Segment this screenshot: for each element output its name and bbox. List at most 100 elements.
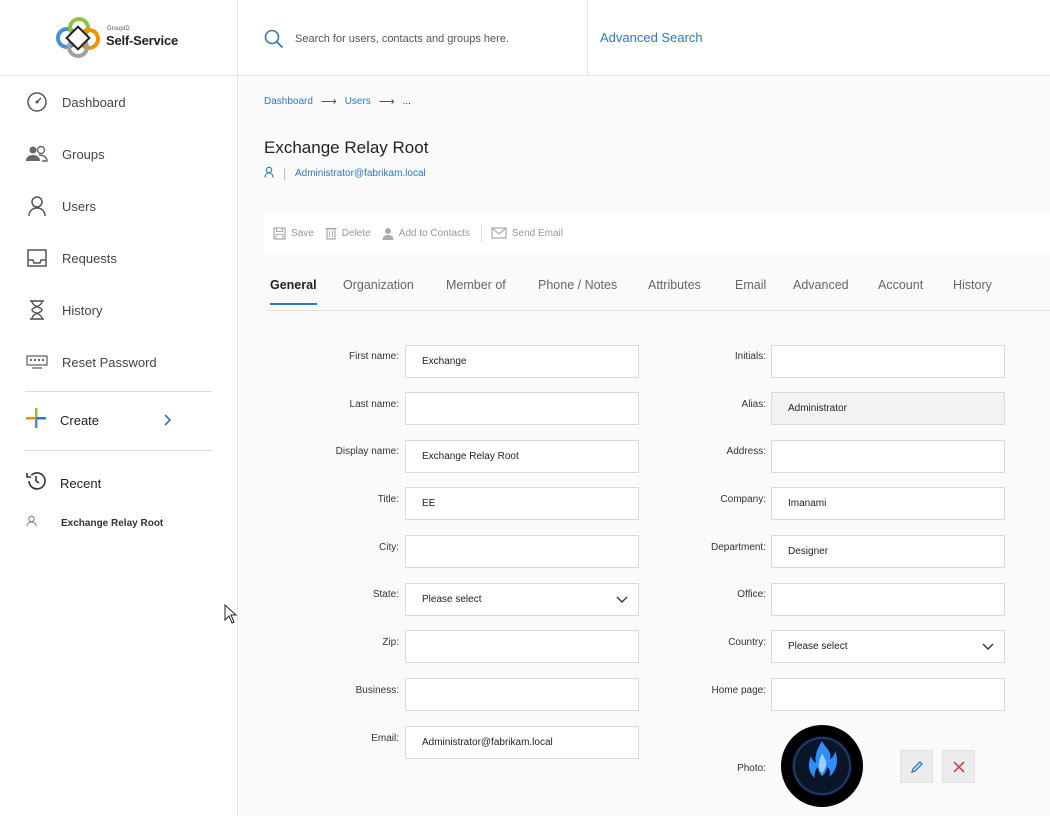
user-icon: [26, 514, 37, 532]
keyboard-password-icon: [25, 350, 49, 374]
sidebar-item-dashboard[interactable]: Dashboard: [25, 89, 126, 115]
tab-organization[interactable]: Organization: [343, 278, 414, 305]
office-label: Office:: [737, 589, 766, 600]
tab-advanced[interactable]: Advanced: [793, 278, 849, 305]
display-name-label: Display name:: [335, 446, 399, 457]
display-name-field[interactable]: [405, 440, 639, 473]
contact-person-icon: [382, 227, 394, 240]
send-email-button[interactable]: Send Email: [491, 227, 563, 239]
office-field[interactable]: [771, 583, 1005, 616]
title-field[interactable]: [405, 487, 639, 520]
delete-button[interactable]: Delete: [325, 226, 371, 240]
alias-field[interactable]: [771, 392, 1005, 425]
address-field[interactable]: [771, 440, 1005, 473]
floppy-disk-icon: [273, 226, 286, 240]
toolbar-divider: [480, 224, 482, 242]
state-select[interactable]: Please select: [405, 583, 639, 616]
sidebar-divider: [25, 450, 212, 451]
close-icon: [952, 760, 965, 773]
brand-name: Self-Service: [106, 33, 179, 48]
business-label: Business:: [355, 685, 399, 696]
first-name-field[interactable]: [405, 345, 639, 378]
tab-general[interactable]: General: [270, 278, 317, 305]
business-field[interactable]: [405, 678, 639, 711]
user-icon: [264, 166, 274, 181]
breadcrumb-users[interactable]: Users: [345, 96, 371, 107]
first-name-label: First name:: [348, 351, 399, 362]
add-to-contacts-label: Add to Contacts: [398, 227, 470, 239]
object-subtitle: Administrator@fabrikam.local: [264, 166, 426, 181]
save-button[interactable]: Save: [273, 226, 314, 240]
save-label: Save: [291, 227, 314, 239]
zip-field[interactable]: [405, 630, 639, 663]
photo-label: Photo:: [737, 763, 766, 774]
email-label: Email:: [371, 733, 399, 744]
home-page-label: Home page:: [711, 685, 766, 696]
recent-item[interactable]: Exchange Relay Root: [26, 514, 163, 532]
plus-icon: [25, 407, 47, 434]
tab-history[interactable]: History: [953, 278, 992, 305]
sidebar-item-label: Requests: [62, 250, 117, 266]
tab-account[interactable]: Account: [878, 278, 923, 305]
profile-photo: [781, 725, 863, 807]
object-email-link[interactable]: Administrator@fabrikam.local: [295, 168, 426, 179]
remove-photo-button[interactable]: [942, 750, 975, 783]
page-title: Exchange Relay Root: [264, 138, 429, 157]
home-page-field[interactable]: [771, 678, 1005, 711]
sidebar: Dashboard Groups Users Requests History …: [0, 76, 238, 816]
sidebar-divider: [25, 391, 212, 392]
inbox-icon: [25, 246, 49, 270]
divider: [284, 167, 285, 180]
brand-small-text: GroupID: [107, 26, 130, 32]
tab-phone-notes[interactable]: Phone / Notes: [538, 278, 617, 305]
user-icon: [25, 194, 49, 218]
arrow-right-icon: ⟶: [320, 96, 337, 108]
sidebar-item-users[interactable]: Users: [25, 193, 96, 219]
sidebar-item-label: Groups: [62, 146, 105, 162]
address-label: Address:: [726, 446, 766, 457]
toolbar: Save Delete Add to Contacts Send Email: [264, 212, 1050, 254]
initials-label: Initials:: [734, 351, 766, 362]
trash-icon: [325, 227, 337, 240]
state-label: State:: [372, 589, 399, 600]
search-icon[interactable]: [264, 29, 284, 49]
tab-email[interactable]: Email: [735, 278, 766, 305]
main-content: Dashboard ⟶ Users ⟶ ... Exchange Relay R…: [239, 77, 1050, 816]
sidebar-item-history[interactable]: History: [25, 297, 102, 323]
chevron-right-icon[interactable]: [162, 413, 172, 427]
recent-label: Recent: [60, 476, 102, 491]
search-input[interactable]: [295, 28, 575, 50]
history-clock-icon: [25, 470, 47, 497]
country-label: Country:: [728, 637, 766, 648]
delete-label: Delete: [341, 227, 371, 239]
company-label: Company:: [720, 494, 766, 505]
last-name-field[interactable]: [405, 392, 639, 425]
sidebar-item-label: Dashboard: [62, 94, 126, 110]
mouse-cursor-icon: [224, 604, 238, 624]
chevron-down-icon: [616, 596, 628, 603]
breadcrumb-dashboard[interactable]: Dashboard: [264, 96, 313, 107]
recent-item-label: Exchange Relay Root: [61, 517, 164, 529]
brand-area[interactable]: GroupID Self-Service: [0, 0, 238, 76]
tab-attributes[interactable]: Attributes: [648, 278, 701, 305]
company-field[interactable]: [771, 487, 1005, 520]
city-label: City:: [379, 542, 399, 553]
hourglass-icon: [25, 298, 49, 322]
last-name-label: Last name:: [349, 399, 399, 410]
sidebar-item-label: History: [62, 302, 103, 318]
initials-field[interactable]: [771, 345, 1005, 378]
sidebar-item-requests[interactable]: Requests: [25, 245, 117, 271]
email-field[interactable]: [405, 726, 639, 759]
sidebar-item-reset-password[interactable]: Reset Password: [25, 349, 157, 375]
create-menu[interactable]: Create: [25, 407, 175, 434]
advanced-search-link[interactable]: Advanced Search: [600, 30, 703, 45]
country-select[interactable]: Please select: [771, 630, 1005, 663]
tab-member-of[interactable]: Member of: [446, 278, 506, 305]
chevron-down-icon: [982, 643, 994, 650]
department-field[interactable]: [771, 535, 1005, 568]
sidebar-item-groups[interactable]: Groups: [25, 141, 105, 167]
city-field[interactable]: [405, 535, 639, 568]
add-to-contacts-button[interactable]: Add to Contacts: [382, 227, 470, 240]
edit-photo-button[interactable]: [900, 750, 933, 783]
groups-icon: [25, 142, 49, 166]
